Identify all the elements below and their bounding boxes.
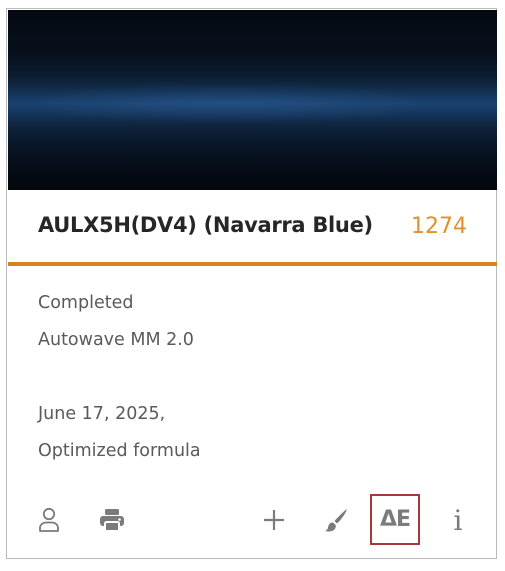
paint-button[interactable] [321, 505, 351, 535]
color-title: AULX5H(DV4) (Navarra Blue) [38, 213, 373, 237]
status-text: Completed [38, 293, 134, 313]
color-code-number: 1274 [411, 214, 467, 239]
formula-type-text: Optimized formula [38, 441, 201, 461]
add-button[interactable] [260, 506, 288, 534]
color-formula-card: AULX5H(DV4) (Navarra Blue) 1274 Complete… [6, 8, 497, 559]
plus-icon [264, 510, 284, 530]
print-button[interactable] [97, 506, 127, 534]
printer-icon [100, 509, 124, 532]
accent-divider [8, 262, 497, 266]
user-icon [39, 507, 59, 532]
card-toolbar: ΔE i [8, 489, 497, 549]
system-text: Autowave MM 2.0 [38, 330, 194, 350]
user-button[interactable] [36, 505, 62, 535]
date-text: June 17, 2025, [38, 404, 166, 424]
delta-e-button[interactable]: ΔE [370, 494, 420, 545]
card-header: AULX5H(DV4) (Navarra Blue) 1274 [8, 190, 497, 262]
paintbrush-icon [325, 509, 347, 532]
color-swatch [8, 10, 497, 190]
info-button[interactable]: i [446, 503, 470, 537]
